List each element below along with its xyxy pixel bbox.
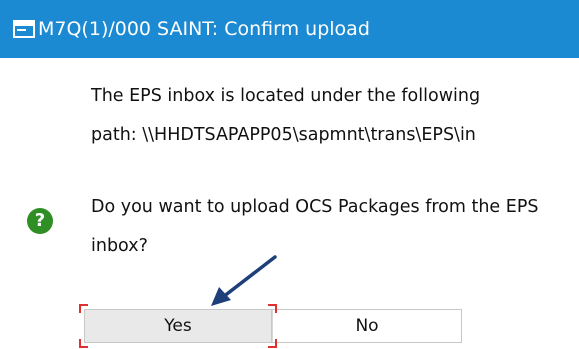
dialog-window-icon [13,20,35,38]
yes-button[interactable]: Yes [84,309,272,343]
message-line-1: The EPS inbox is located under the follo… [91,86,481,106]
confirm-upload-dialog: M7Q(1)/000 SAINT: Confirm upload The EPS… [0,0,579,349]
message-line-2: path: \\HHDTSAPAPP05\sapmnt\trans\EPS\in [91,125,476,145]
question-icon: ? [27,208,53,234]
question-line-1: Do you want to upload OCS Packages from … [91,197,539,217]
annotation-arrow-icon [211,255,277,306]
dialog-titlebar: M7Q(1)/000 SAINT: Confirm upload [0,0,579,58]
no-button[interactable]: No [272,309,462,343]
question-line-2: inbox? [91,236,148,256]
dialog-title: M7Q(1)/000 SAINT: Confirm upload [38,18,370,40]
